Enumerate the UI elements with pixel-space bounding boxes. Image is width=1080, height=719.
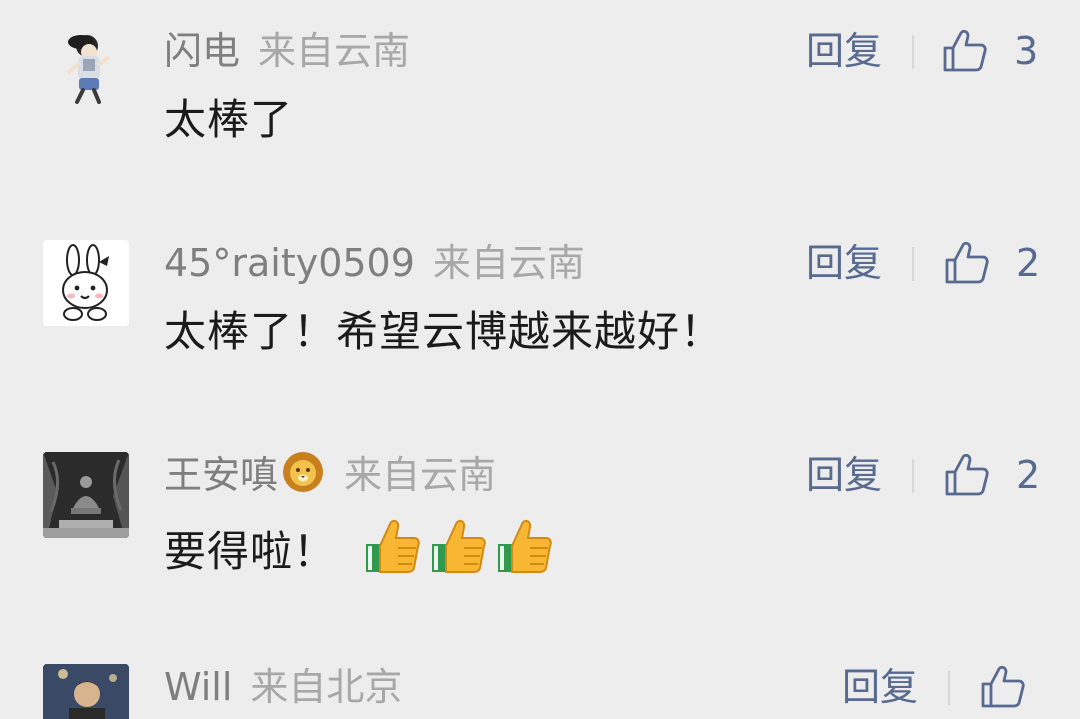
author-location: 来自北京 xyxy=(250,665,403,709)
thumbs-up-emoji-icon xyxy=(428,516,488,590)
thumbs-up-icon xyxy=(945,453,989,496)
reply-button[interactable]: 回复 xyxy=(806,26,882,76)
thumbs-up-icon xyxy=(945,241,989,284)
action-divider xyxy=(948,671,950,705)
reply-button[interactable]: 回复 xyxy=(842,662,918,712)
like-button[interactable]: 2 xyxy=(944,450,1040,500)
avatar[interactable] xyxy=(43,28,129,114)
like-count: 2 xyxy=(1016,241,1041,285)
author-name[interactable]: 闪电 xyxy=(164,29,240,73)
comment-text: 要得啦！ xyxy=(164,516,560,590)
lion-emoji-icon xyxy=(280,450,326,506)
buddha-forest-avatar-icon xyxy=(43,452,129,538)
reply-button[interactable]: 回复 xyxy=(806,450,882,500)
thumbs-up-icon xyxy=(943,29,987,72)
thumbs-up-icon xyxy=(981,665,1025,708)
like-button[interactable]: 2 xyxy=(944,238,1040,288)
author-location: 来自云南 xyxy=(344,453,497,497)
author-location: 来自云南 xyxy=(432,241,585,285)
comment-author: 45°raity0509 来自云南 xyxy=(164,238,585,288)
comment-author: Will 来自北京 xyxy=(164,662,402,712)
like-count: 3 xyxy=(1014,29,1039,73)
reply-button[interactable]: 回复 xyxy=(806,238,882,288)
comment-text: 太棒了！希望云博越来越好！ xyxy=(164,307,724,356)
comment-list: 闪电 来自云南 太棒了 回复 3 45°raity0509 来自云南 太棒了！希… xyxy=(0,0,1080,719)
thumbs-up-emoji-icon xyxy=(362,516,422,590)
like-count: 2 xyxy=(1016,453,1041,497)
action-divider xyxy=(912,35,914,69)
like-button[interactable] xyxy=(980,662,1026,712)
author-location: 来自云南 xyxy=(258,29,411,73)
comment-text-body: 要得啦！ xyxy=(164,527,337,576)
cartoon-girl-avatar-icon xyxy=(67,35,109,104)
person-photo-avatar-icon xyxy=(43,664,129,719)
comment-author: 闪电 来自云南 xyxy=(164,26,410,76)
action-divider xyxy=(912,247,914,281)
action-divider xyxy=(912,459,914,493)
author-name[interactable]: 王安嗔 xyxy=(164,453,278,497)
avatar[interactable] xyxy=(43,452,129,538)
author-name[interactable]: Will xyxy=(164,665,232,709)
author-name[interactable]: 45°raity0509 xyxy=(164,241,415,285)
avatar[interactable] xyxy=(43,664,129,719)
rabbit-avatar-icon xyxy=(62,244,109,321)
avatar[interactable] xyxy=(43,240,129,326)
emoji-row xyxy=(362,516,560,590)
like-button[interactable]: 3 xyxy=(942,26,1038,76)
comment-text: 太棒了 xyxy=(164,95,294,144)
thumbs-up-emoji-icon xyxy=(494,516,554,590)
comment-author: 王安嗔 来自云南 xyxy=(164,450,496,506)
